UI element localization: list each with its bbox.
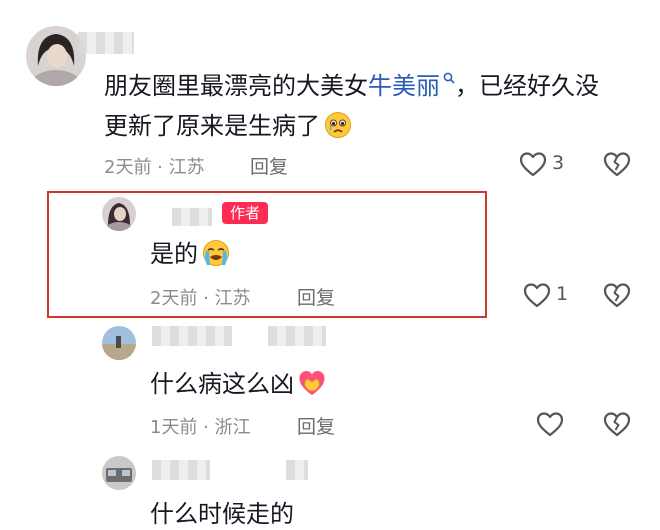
comment-text-part: 朋友圈里最漂亮的大美女	[104, 72, 368, 100]
author-tag: 作者	[222, 202, 269, 224]
avatar[interactable]	[102, 197, 136, 231]
comment-text-part: 什么时候走的	[150, 500, 294, 528]
reply-button[interactable]: 回复	[250, 152, 288, 179]
dislike-broken-heart-icon[interactable]	[602, 410, 632, 438]
comment-text: 什么病这么凶	[150, 364, 326, 404]
reply-button[interactable]: 回复	[297, 283, 335, 310]
redacted-username	[172, 208, 212, 226]
comment-meta: 1天前 · 浙江	[150, 417, 251, 438]
like-heart-icon[interactable]	[535, 410, 565, 438]
avatar[interactable]	[102, 326, 136, 360]
redacted-username	[286, 460, 308, 480]
redacted-username	[268, 326, 326, 346]
search-icon	[443, 72, 455, 84]
comment-text-part: ，已经好久没	[455, 72, 599, 100]
crying-face-emoji	[324, 111, 352, 139]
like-heart-icon[interactable]	[518, 150, 548, 178]
loudly-crying-face-emoji	[202, 239, 230, 267]
comment-meta: 2天前 · 江苏	[104, 157, 205, 178]
comment-text: 朋友圈里最漂亮的大美女牛美丽 ，已经好久没	[104, 66, 599, 106]
comment-text-part: 更新了原来是生病了	[104, 112, 320, 140]
avatar[interactable]	[102, 456, 136, 490]
avatar[interactable]	[26, 26, 86, 86]
comment-text-part: 是的	[150, 240, 198, 268]
comment-text: 什么时候走的	[150, 494, 294, 530]
redacted-username	[152, 460, 210, 480]
heart-hands-emoji	[298, 369, 326, 397]
comment-text-part: 什么病这么凶	[150, 370, 294, 398]
comment-text-line2: 更新了原来是生病了	[104, 106, 352, 146]
redacted-username	[78, 32, 134, 54]
dislike-broken-heart-icon[interactable]	[602, 281, 632, 309]
comment-text: 是的	[150, 234, 230, 274]
redacted-username	[152, 326, 232, 346]
like-count: 3	[552, 152, 565, 174]
user-mention-link[interactable]: 牛美丽	[368, 72, 440, 100]
reply-button[interactable]: 回复	[297, 412, 335, 439]
like-heart-icon[interactable]	[522, 281, 552, 309]
like-count: 1	[556, 283, 569, 305]
comment-meta: 2天前 · 江苏	[150, 288, 251, 309]
dislike-broken-heart-icon[interactable]	[602, 150, 632, 178]
